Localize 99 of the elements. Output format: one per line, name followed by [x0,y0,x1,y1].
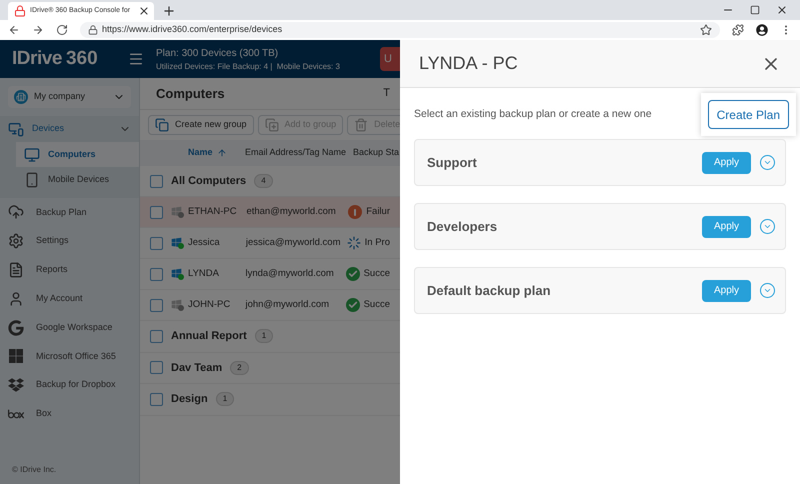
sidebar-item[interactable]: Box [0,400,139,428]
dropbox-icon [8,377,24,394]
url-field[interactable]: https://www.idrive360.com/enterprise/devices [80,22,720,38]
status-text: Succe [364,266,390,281]
devices-icon [8,121,24,137]
sidebar-subitem[interactable]: Mobile Devices [16,167,139,192]
sidebar-item[interactable]: Google Workspace [0,313,139,342]
count-badge: 2 [230,360,249,375]
bookmark-star-icon[interactable] [700,24,712,36]
profile-icon[interactable] [756,24,768,36]
forward-icon[interactable] [32,24,44,36]
sidebar-item[interactable]: Settings [0,226,139,256]
error-icon [348,205,362,219]
apply-button[interactable]: Apply [702,216,751,238]
expand-icon[interactable] [760,283,775,298]
plan-text: Plan: 300 Devices (300 TB) [156,46,280,60]
trash-icon [354,118,368,132]
device-name: LYNDA [188,266,220,281]
column-header[interactable]: Name [188,146,245,160]
sidebar-item[interactable]: Backup for Dropbox [0,370,139,400]
copyright-text: © IDrive Inc. [12,464,58,476]
extensions-icon[interactable] [732,24,744,36]
sidebar-subitem[interactable]: Computers [16,142,139,167]
count-badge: 4 [254,174,273,188]
sidebar-item[interactable]: Backup Plan [0,198,139,227]
settings-icon [8,233,24,250]
checkbox[interactable] [150,236,163,250]
group-icon [155,118,169,132]
url-text: https://www.idrive360.com/enterprise/devices [102,23,282,36]
status-text: In Pro [364,236,390,250]
close-window-icon[interactable] [776,4,788,16]
monitor-icon [24,146,40,162]
user-icon [8,290,24,307]
back-icon[interactable] [8,24,20,36]
tab-label-fragment: T [383,86,390,102]
device-name: ETHAN-PC [188,204,238,219]
phone-icon [24,172,40,188]
logo-text: IDrive [12,46,62,71]
check-icon [346,298,360,312]
logo-suffix: 360 [66,46,98,71]
sidebar-item[interactable]: Microsoft Office 365 [0,342,139,371]
plan-name: Support [427,154,477,172]
sidebar-item[interactable]: Devices [0,116,139,142]
restore-icon[interactable] [750,5,760,15]
status-text: Failur [366,204,390,219]
email-cell-text: lynda@myworld.com [245,266,335,281]
apply-button[interactable]: Apply [702,280,751,302]
upgrade-button[interactable]: U [380,47,400,71]
expand-icon[interactable] [760,155,775,170]
group-name: All Computers [171,174,246,189]
page-title: Computers [156,84,225,103]
progress-spinner-icon [346,236,361,250]
plan-name: Default backup plan [427,282,551,300]
company-selector[interactable]: My company [8,86,131,108]
email-cell-text: john@myworld.com [245,298,330,312]
sidebar-item[interactable]: Reports [0,256,139,284]
cloud-upload-icon [8,204,24,220]
windows-grid-icon [8,348,24,364]
column-header: Email Address/Tag Name [245,146,348,160]
apply-button[interactable]: Apply [702,152,751,174]
checkbox[interactable] [150,330,163,343]
add-group-icon [264,118,279,132]
checkbox[interactable] [150,174,163,188]
checkbox[interactable] [150,206,163,218]
panel-title: LYNDA - PC [419,52,518,75]
plan-name: Developers [427,218,498,236]
sidebar-item[interactable]: My Account [0,284,139,314]
create-plan-button[interactable]: Create Plan [708,100,789,129]
reload-icon[interactable] [56,24,68,36]
company-name: My company [34,90,86,104]
new-tab-icon[interactable] [162,4,176,18]
usage-text: Utilized Devices: File Backup: 4 | Mobile Devices: 3 [156,60,340,72]
device-name: Jessica [188,236,221,250]
company-icon [14,90,28,104]
document-icon [8,262,24,278]
expand-icon[interactable] [760,219,775,234]
device-name: JOHN-PC [188,298,232,312]
checkbox[interactable] [150,361,163,374]
group-name: Annual Report [171,329,247,344]
panel-description: Select an existing backup plan or create a new one [414,106,652,122]
checkbox[interactable] [150,268,163,280]
column-header: Backup Sta [353,146,400,160]
email-cell-text: jessica@myworld.com [246,236,342,250]
count-badge: 1 [254,329,274,344]
menu-icon[interactable] [128,51,144,67]
check-icon [346,267,360,281]
checkbox[interactable] [150,392,163,406]
count-badge: 1 [216,392,234,406]
lock-icon [88,25,98,35]
group-name: Design [171,392,208,407]
google-icon [8,320,24,336]
group-name: Dav Team [171,360,222,376]
sort-arrow-icon [216,148,227,158]
toolbar-button[interactable]: Create new group [148,115,254,135]
checkbox[interactable] [150,298,163,312]
close-tab-icon[interactable] [138,5,150,17]
email-cell-text: ethan@myworld.com [246,204,337,219]
device-row[interactable]: ETHAN-PC ethan@myworld.com Failur [140,197,400,228]
status-text: Succe [364,298,390,312]
